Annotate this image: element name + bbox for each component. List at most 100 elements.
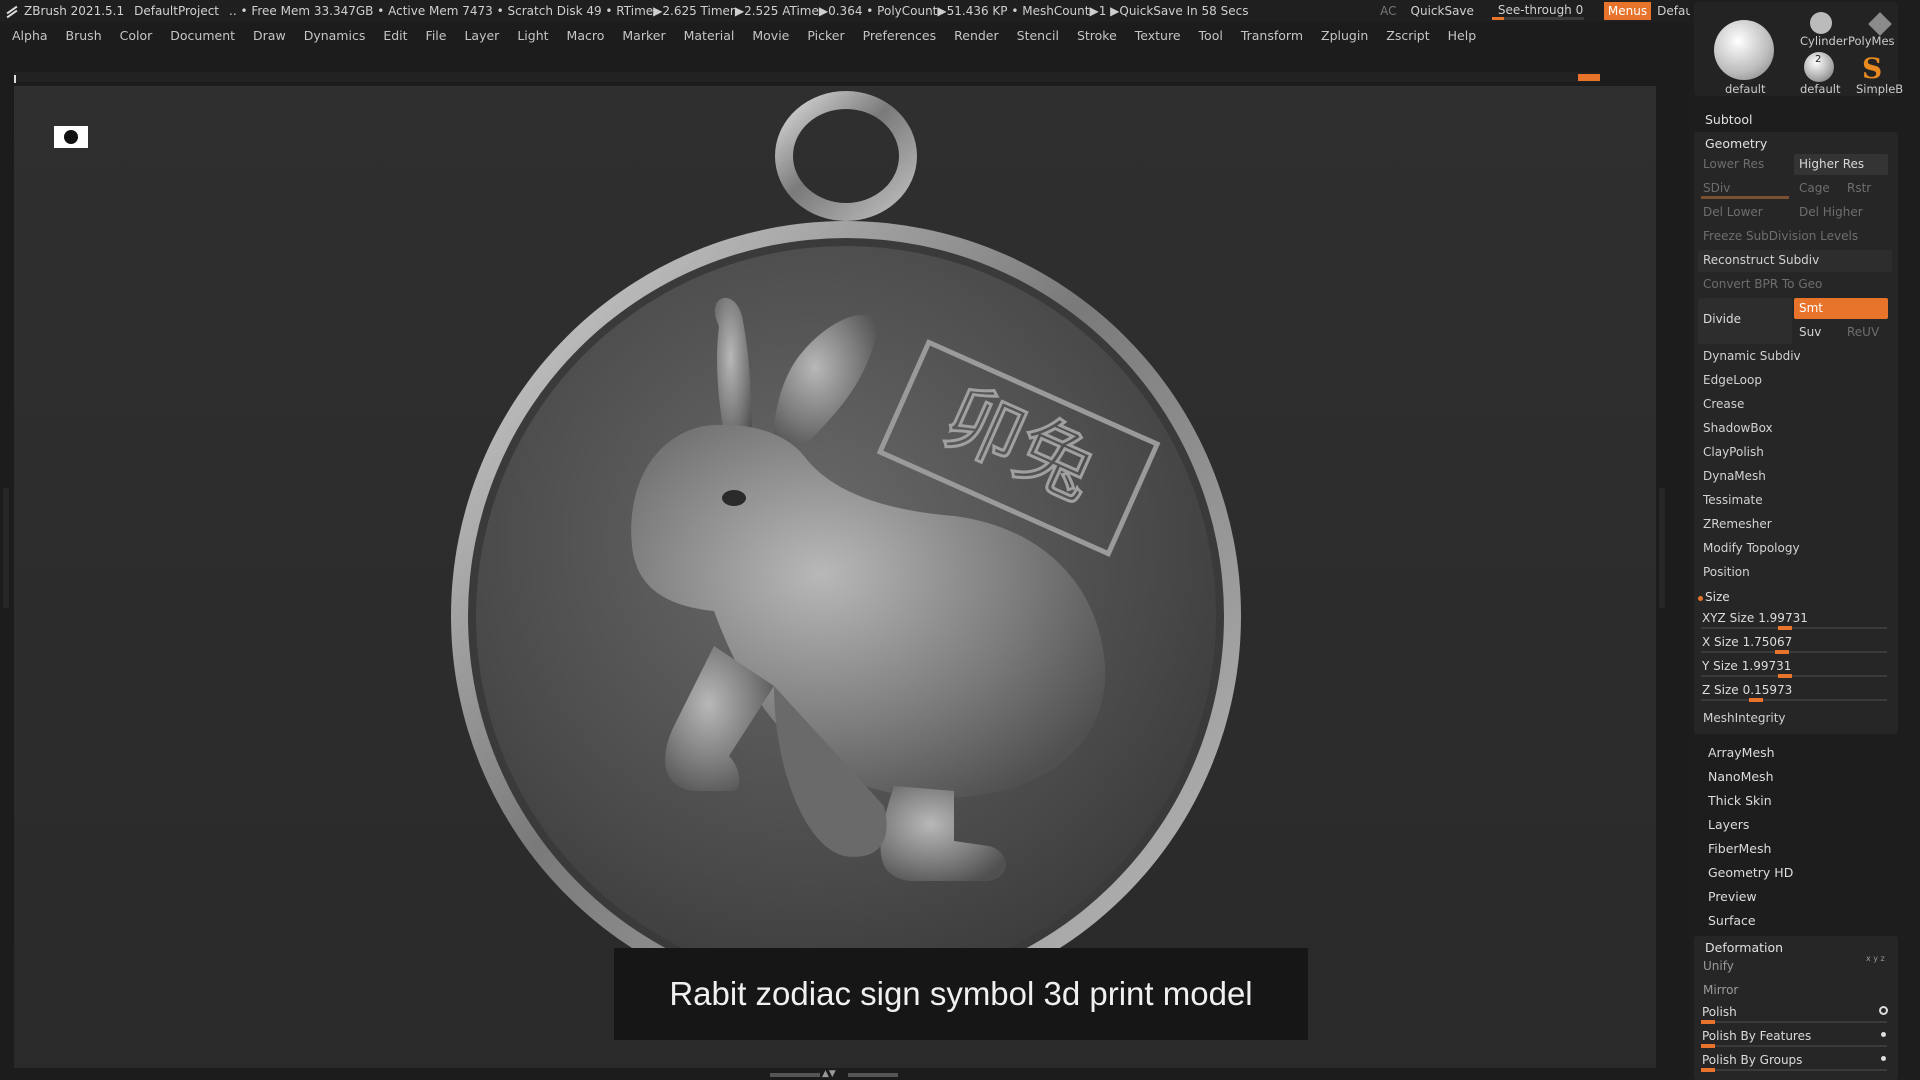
see-through-slider[interactable]: See-through 0 (1491, 0, 1592, 22)
menu-render[interactable]: Render (954, 28, 999, 43)
menu-transform[interactable]: Transform (1241, 28, 1303, 43)
polish-by-features-track (1701, 1045, 1887, 1047)
menu-help[interactable]: Help (1448, 28, 1477, 43)
unify-axes[interactable]: x y z (1866, 954, 1885, 963)
geometry-header[interactable]: Geometry (1705, 136, 1767, 151)
menu-color[interactable]: Color (120, 28, 153, 43)
geometry-item-position[interactable]: Position (1698, 562, 1892, 584)
menus-toggle-button[interactable]: Menus (1603, 2, 1652, 20)
geometry-item-tessimate[interactable]: Tessimate (1698, 490, 1892, 512)
convert-bpr-button[interactable]: Convert BPR To Geo (1698, 274, 1892, 296)
subpalette-nanomesh[interactable]: NanoMesh (1708, 769, 1774, 784)
geometry-item-claypolish[interactable]: ClayPolish (1698, 442, 1892, 464)
left-tray-handle[interactable] (3, 488, 9, 608)
size-header[interactable]: Size (1705, 590, 1730, 604)
polymesh-star-thumbnail[interactable] (1868, 12, 1892, 36)
menu-light[interactable]: Light (517, 28, 548, 43)
sdiv-slider[interactable]: SDiv (1698, 178, 1792, 199)
subtool-count: 2 (1815, 54, 1822, 65)
subpalette-surface[interactable]: Surface (1708, 913, 1756, 928)
default-tool-thumbnail[interactable] (1714, 20, 1774, 80)
subpalette-preview[interactable]: Preview (1708, 889, 1757, 904)
geometry-item-zremesher[interactable]: ZRemesher (1698, 514, 1892, 536)
mirror-button[interactable]: Mirror (1698, 980, 1892, 1002)
polish-slider[interactable]: Polish (1698, 1002, 1892, 1024)
subpalette-layers[interactable]: Layers (1708, 817, 1749, 832)
suv-toggle[interactable]: Suv (1794, 322, 1840, 343)
geometry-item-dynamic-subdiv[interactable]: Dynamic Subdiv (1698, 346, 1892, 368)
right-tray-handle[interactable] (1659, 488, 1665, 608)
x-size-slider[interactable]: X Size 1.75067 (1698, 632, 1892, 654)
menu-macro[interactable]: Macro (567, 28, 605, 43)
del-lower-button[interactable]: Del Lower (1698, 202, 1792, 223)
pendant-loop (775, 91, 917, 221)
higher-res-button[interactable]: Higher Res (1794, 154, 1888, 175)
ac-button[interactable]: AC (1380, 4, 1396, 18)
cage-button[interactable]: Cage (1794, 178, 1840, 199)
geometry-item-edgeloop[interactable]: EdgeLoop (1698, 370, 1892, 392)
polish-circle-icon[interactable] (1879, 1006, 1888, 1015)
reconstruct-subdiv-button[interactable]: Reconstruct Subdiv (1698, 250, 1892, 272)
menu-preferences[interactable]: Preferences (863, 28, 937, 43)
lower-res-button[interactable]: Lower Res (1698, 154, 1792, 175)
subpalette-fibermesh[interactable]: FiberMesh (1708, 841, 1771, 856)
xyz-size-knob[interactable] (1778, 626, 1793, 630)
freeze-subdivision-button[interactable]: Freeze SubDivision Levels (1698, 226, 1892, 248)
expand-arrows-icon[interactable]: ▲▼ (822, 1070, 842, 1079)
strip-marker-orange[interactable] (1578, 74, 1600, 81)
polish-features-dot-icon[interactable] (1881, 1032, 1886, 1037)
menu-picker[interactable]: Picker (807, 28, 844, 43)
menu-zscript[interactable]: Zscript (1386, 28, 1429, 43)
menu-tool[interactable]: Tool (1199, 28, 1223, 43)
xyz-size-slider[interactable]: XYZ Size 1.99731 (1698, 608, 1892, 630)
divide-button[interactable]: Divide (1698, 298, 1792, 344)
quicksave-button[interactable]: QuickSave (1411, 4, 1474, 18)
geometry-item-crease[interactable]: Crease (1698, 394, 1892, 416)
menu-texture[interactable]: Texture (1135, 28, 1181, 43)
deformation-header[interactable]: Deformation (1705, 940, 1783, 955)
see-through-fill (1491, 17, 1504, 20)
menu-movie[interactable]: Movie (752, 28, 789, 43)
menu-edit[interactable]: Edit (383, 28, 407, 43)
z-size-slider[interactable]: Z Size 0.15973 (1698, 680, 1892, 702)
status-readout: .. • Free Mem 33.347GB • Active Mem 7473… (229, 4, 1249, 18)
menu-alpha[interactable]: Alpha (12, 28, 48, 43)
polish-by-features-slider[interactable]: Polish By Features (1698, 1026, 1892, 1048)
menu-file[interactable]: File (426, 28, 447, 43)
geometry-item-dynamesh[interactable]: DynaMesh (1698, 466, 1892, 488)
subpalette-geometry-hd[interactable]: Geometry HD (1708, 865, 1793, 880)
z-size-knob[interactable] (1749, 698, 1764, 702)
subpalette-arraymesh[interactable]: ArrayMesh (1708, 745, 1775, 760)
menu-material[interactable]: Material (684, 28, 735, 43)
canvas-viewport[interactable]: 卯兔 Rabit zodiac sign symbol 3d print mod… (14, 86, 1656, 1068)
y-size-knob[interactable] (1778, 674, 1793, 678)
mesh-integrity-button[interactable]: MeshIntegrity (1698, 708, 1892, 730)
menu-stroke[interactable]: Stroke (1077, 28, 1117, 43)
y-size-slider[interactable]: Y Size 1.99731 (1698, 656, 1892, 678)
bottom-tray-handle[interactable]: ▲▼ (756, 1070, 898, 1079)
polish-groups-dot-icon[interactable] (1881, 1056, 1886, 1061)
menu-document[interactable]: Document (170, 28, 235, 43)
menu-marker[interactable]: Marker (622, 28, 665, 43)
menu-draw[interactable]: Draw (253, 28, 286, 43)
menu-stencil[interactable]: Stencil (1017, 28, 1059, 43)
main-menu-bar: Alpha Brush Color Document Draw Dynamics Edit F… (0, 24, 1494, 46)
menu-dynamics[interactable]: Dynamics (304, 28, 366, 43)
cylinder-thumbnail[interactable] (1810, 12, 1832, 34)
unify-button[interactable]: Unify (1698, 956, 1892, 978)
simplebrush-s-icon[interactable]: S (1862, 52, 1882, 85)
del-higher-button[interactable]: Del Higher (1794, 202, 1888, 223)
reuv-button[interactable]: ReUV (1842, 322, 1888, 343)
geometry-item-shadowbox[interactable]: ShadowBox (1698, 418, 1892, 440)
medal-render: 卯兔 (451, 91, 1241, 1011)
menu-layer[interactable]: Layer (464, 28, 499, 43)
smt-toggle[interactable]: Smt (1794, 298, 1888, 319)
rstr-button[interactable]: Rstr (1842, 178, 1888, 199)
subpalette-thick-skin[interactable]: Thick Skin (1708, 793, 1772, 808)
subtool-header[interactable]: Subtool (1705, 112, 1752, 127)
menu-zplugin[interactable]: Zplugin (1321, 28, 1368, 43)
menu-brush[interactable]: Brush (66, 28, 102, 43)
x-size-knob[interactable] (1774, 650, 1789, 654)
polish-by-groups-slider[interactable]: Polish By Groups (1698, 1050, 1892, 1072)
geometry-item-modify-topology[interactable]: Modify Topology (1698, 538, 1892, 560)
